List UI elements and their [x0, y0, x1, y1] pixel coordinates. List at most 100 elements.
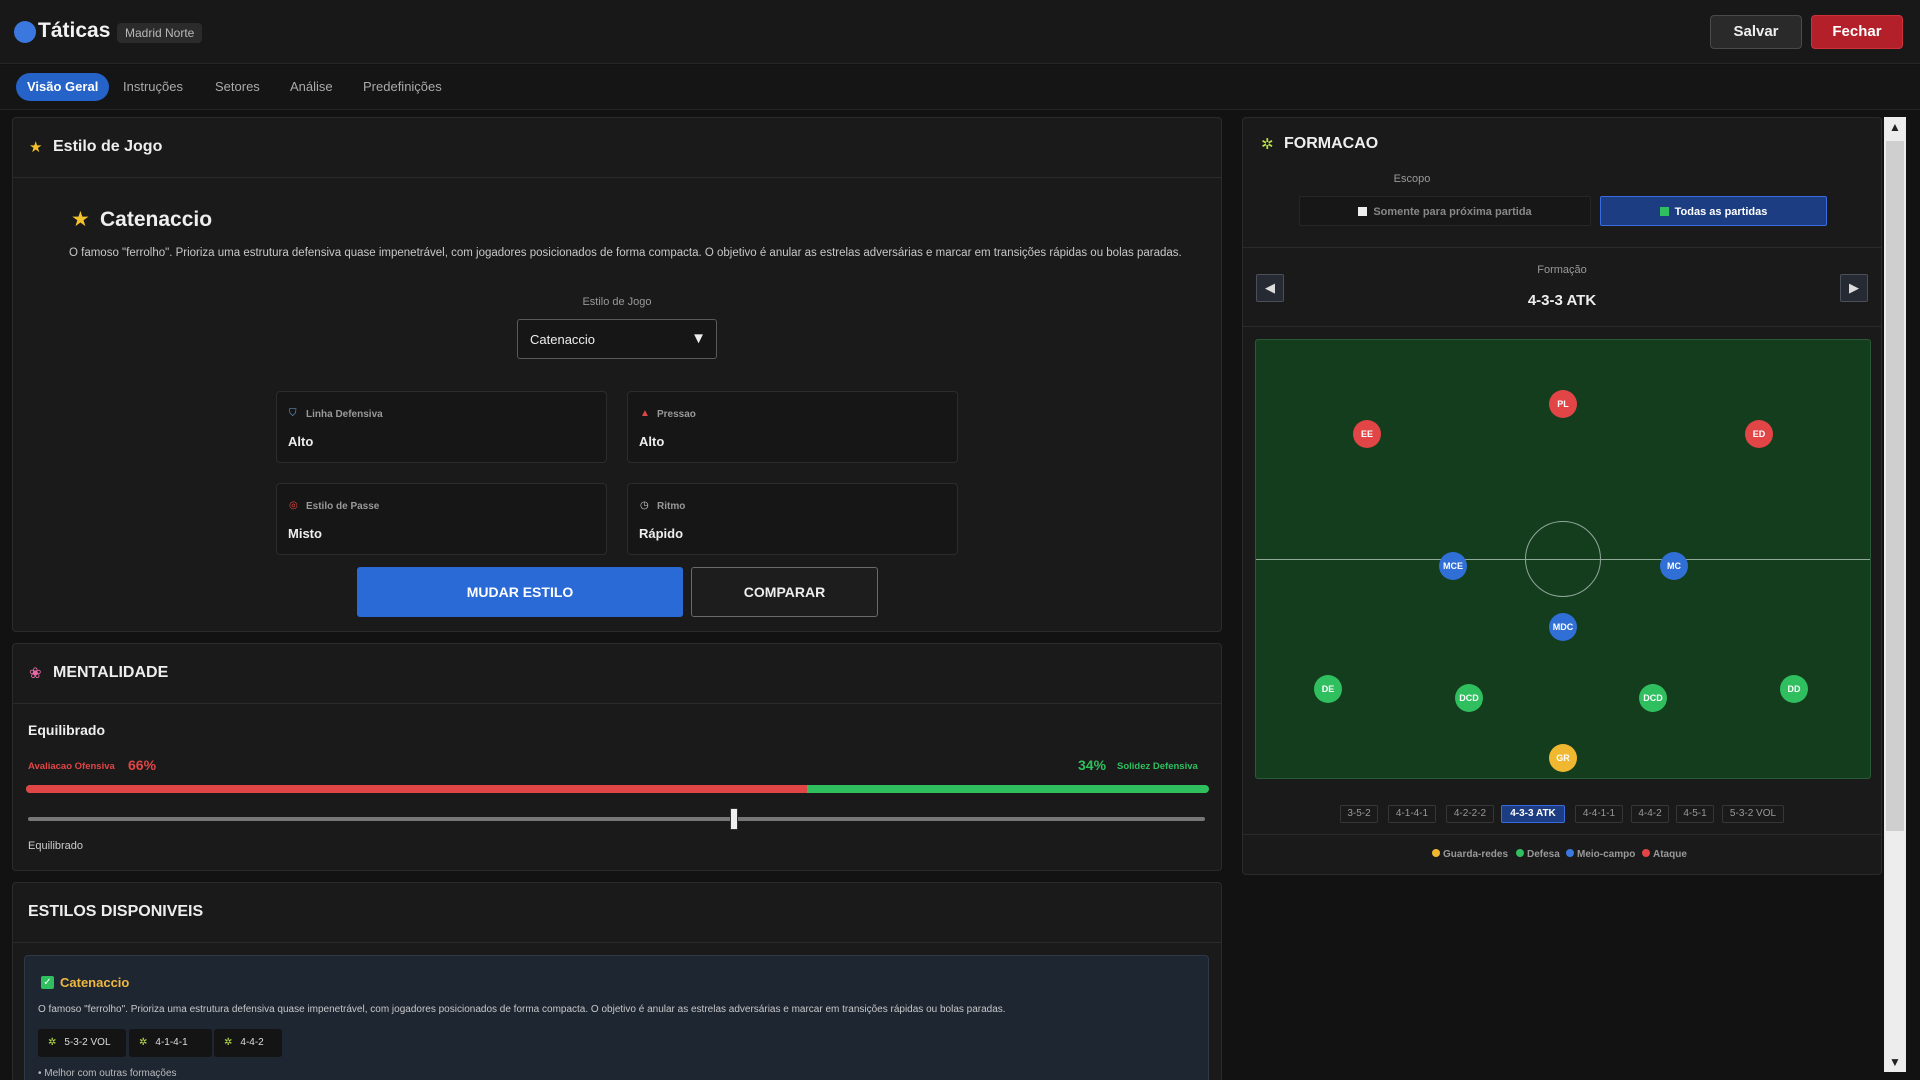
- mentality-current: Equilibrado: [28, 722, 105, 738]
- mentality-title: MENTALIDADE: [53, 664, 169, 681]
- check-icon: [1659, 207, 1669, 216]
- slider-label: Equilibrado: [28, 840, 84, 852]
- attr-label: Pressao: [657, 409, 696, 420]
- scope-label-text: Somente para próxima partida: [1373, 206, 1532, 218]
- style-select-value: Catenaccio: [530, 332, 596, 347]
- app-logo-icon: [14, 21, 36, 43]
- style-select[interactable]: Catenaccio ▼: [517, 319, 717, 359]
- style-list-item[interactable]: ✓ Catenaccio O famoso "ferrolho". Priori…: [24, 955, 1209, 1080]
- player-marker[interactable]: DCD: [1455, 684, 1483, 712]
- attr-pressure: ▲ Pressao Alto: [627, 391, 958, 463]
- formation-icon: ✲: [139, 1037, 148, 1048]
- formation-title: FORMACAO: [1284, 135, 1379, 152]
- attr-passing-style: ◎ Estilo de Passe Misto: [276, 483, 607, 555]
- change-style-button[interactable]: MUDAR ESTILO: [357, 567, 683, 617]
- divider: [1243, 326, 1881, 327]
- chevron-down-icon: ▼: [691, 330, 706, 347]
- scope-next-match[interactable]: Somente para próxima partida: [1299, 196, 1591, 226]
- next-formation-button[interactable]: ▶: [1840, 274, 1868, 302]
- check-icon[interactable]: ✓: [41, 976, 54, 989]
- formation-option[interactable]: 4-4-1-1: [1575, 805, 1623, 823]
- scrollbar-thumb[interactable]: [1886, 141, 1904, 831]
- prev-formation-button[interactable]: ◀: [1256, 274, 1284, 302]
- player-marker[interactable]: MC: [1660, 552, 1688, 580]
- tab-overview[interactable]: Visão Geral: [16, 73, 110, 101]
- player-marker[interactable]: MCE: [1439, 552, 1467, 580]
- legend-item: Ataque: [1642, 849, 1687, 860]
- attr-value: Alto: [288, 434, 314, 449]
- chip-label: 5-3-2 VOL: [64, 1037, 111, 1048]
- formation-option[interactable]: 4-5-1: [1676, 805, 1714, 823]
- attr-defensive-line: ⛉ Linha Defensiva Alto: [276, 391, 607, 463]
- mentality-slider[interactable]: [28, 817, 1205, 821]
- page-title: Táticas: [38, 19, 111, 42]
- tab-analysis[interactable]: Análise: [279, 73, 344, 101]
- save-button[interactable]: Salvar: [1710, 15, 1802, 49]
- player-marker[interactable]: ED: [1745, 420, 1773, 448]
- style-item-footer: • Melhor com outras formações: [38, 1068, 177, 1079]
- shield-icon: ⛉: [289, 408, 297, 419]
- formation-option[interactable]: 4-2-2-2: [1446, 805, 1494, 823]
- legend-label: Meio-campo: [1577, 849, 1636, 860]
- scope-all-matches[interactable]: Todas as partidas: [1600, 196, 1827, 226]
- formation-chip: ✲ 4-1-4-1: [129, 1029, 212, 1057]
- player-marker[interactable]: DE: [1314, 675, 1342, 703]
- play-style-header: ★ Estilo de Jogo: [13, 118, 1221, 178]
- legend-dot: [1432, 849, 1440, 857]
- legend-dot: [1642, 849, 1650, 857]
- formation-pitch: PL EE ED MCE MC MDC DE DCD DCD DD GR: [1255, 339, 1871, 779]
- formation-option[interactable]: 5-3-2 VOL: [1722, 805, 1784, 823]
- offensive-pct: 66%: [128, 757, 157, 773]
- play-style-card: ★ Estilo de Jogo: [12, 117, 1222, 632]
- chip-label: 4-4-2: [240, 1037, 264, 1048]
- player-marker[interactable]: GR: [1549, 744, 1577, 772]
- scroll-down-icon[interactable]: ▼: [1884, 1052, 1906, 1072]
- tab-sectors[interactable]: Setores: [204, 73, 271, 101]
- player-marker[interactable]: EE: [1353, 420, 1381, 448]
- mentality-slider-thumb[interactable]: [730, 808, 739, 830]
- brain-icon: ❀: [29, 665, 42, 682]
- legend-item: Guarda-redes: [1432, 849, 1508, 860]
- tab-presets[interactable]: Predefinições: [352, 73, 453, 101]
- close-button[interactable]: Fechar: [1811, 15, 1903, 49]
- tab-instructions[interactable]: Instruções: [112, 73, 194, 101]
- attr-label: Ritmo: [657, 501, 686, 512]
- legend-label: Defesa: [1527, 849, 1560, 860]
- target-icon: ◎: [289, 500, 298, 511]
- style-select-label: Estilo de Jogo: [582, 296, 652, 308]
- formation-icon: ✲: [224, 1037, 233, 1048]
- formation-option[interactable]: 4-3-3 ATK: [1501, 805, 1565, 823]
- clock-icon: ◷: [640, 500, 649, 511]
- attr-tempo: ◷ Ritmo Rápido: [627, 483, 958, 555]
- formation-icon: ✲: [1261, 136, 1274, 153]
- attr-label: Estilo de Passe: [306, 501, 380, 512]
- mentality-header: ❀ MENTALIDADE: [13, 644, 1221, 704]
- formation-option[interactable]: 4-4-2: [1631, 805, 1669, 823]
- legend-dot: [1566, 849, 1574, 857]
- team-badge: Madrid Norte: [117, 23, 203, 43]
- legend-item: Meio-campo: [1566, 849, 1635, 860]
- chip-label: 4-1-4-1: [155, 1037, 188, 1048]
- formation-label: Formação: [1537, 264, 1587, 276]
- scope-label: Escopo: [1393, 173, 1431, 185]
- compare-button[interactable]: COMPARAR: [691, 567, 878, 617]
- style-item-description: O famoso "ferrolho". Prioriza uma estrut…: [38, 1004, 1006, 1015]
- formation-option[interactable]: 3-5-2: [1340, 805, 1378, 823]
- star-icon: ★: [71, 208, 90, 231]
- scrollbar[interactable]: ▲ ▼: [1884, 117, 1906, 1072]
- center-circle: [1525, 521, 1601, 597]
- formation-option[interactable]: 4-1-4-1: [1388, 805, 1436, 823]
- star-icon: ★: [29, 139, 43, 156]
- player-marker[interactable]: MDC: [1549, 613, 1577, 641]
- divider: [1243, 834, 1881, 835]
- player-marker[interactable]: DD: [1780, 675, 1808, 703]
- flame-icon: ▲: [640, 408, 650, 419]
- formation-name: 4-3-3 ATK: [1527, 292, 1597, 309]
- player-marker[interactable]: DCD: [1639, 684, 1667, 712]
- legend-label: Guarda-redes: [1443, 849, 1509, 860]
- defensive-label: Solidez Defensiva: [1117, 761, 1198, 772]
- scope-label-text: Todas as partidas: [1674, 206, 1768, 218]
- tab-bar: Visão Geral Instruções Setores Análise P…: [0, 65, 1920, 110]
- player-marker[interactable]: PL: [1549, 390, 1577, 418]
- scroll-up-icon[interactable]: ▲: [1884, 117, 1906, 137]
